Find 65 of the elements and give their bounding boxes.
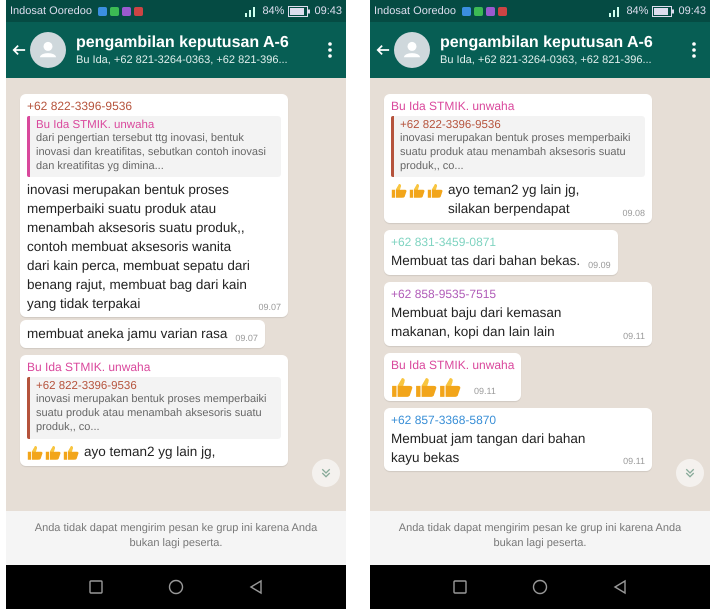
message-time: 09.11 xyxy=(474,386,496,396)
back-arrow-icon[interactable] xyxy=(12,43,26,57)
carrier-name: Indosat Ooredoo xyxy=(10,5,92,17)
more-menu-icon[interactable] xyxy=(692,42,696,58)
more-menu-icon[interactable] xyxy=(328,42,332,58)
sender-name: +62 831-3459-0871 xyxy=(391,235,498,250)
group-title[interactable]: pengambilan keputusan A-6 xyxy=(440,34,688,52)
quoted-sender: +62 822-3396-9536 xyxy=(36,380,138,392)
sender-name: +62 858-9535-7515 xyxy=(391,286,498,301)
message-text: Membuat baju dari kemasan makanan, kopi dan lain lain xyxy=(391,304,562,341)
thumbs-up-icon xyxy=(45,444,61,460)
message-time: 09.11 xyxy=(623,456,645,466)
back-arrow-icon[interactable] xyxy=(376,43,390,57)
message-text: Membuat tas dari bahan bekas. xyxy=(391,252,580,270)
notice-text: Anda tidak dapat mengirim pesan ke grup ini karena Anda bukan lagi peserta. xyxy=(6,511,346,565)
home-icon[interactable] xyxy=(532,579,548,595)
clock: 09:43 xyxy=(314,5,342,17)
message-time: 09.08 xyxy=(622,208,645,218)
sender-name: +62 822-3396-9536 xyxy=(27,99,134,113)
sender-name: Bu Ida STMIK. unwaha xyxy=(27,360,152,374)
battery-icon xyxy=(652,6,674,16)
message-time: 09.07 xyxy=(235,333,258,344)
thumbs-up-icon xyxy=(27,444,43,460)
message-text: membuat aneka jamu varian rasa xyxy=(27,325,228,344)
message-time: 09.11 xyxy=(623,330,645,341)
notice-text: Anda tidak dapat mengirim pesan ke grup ini karena Anda bukan lagi peserta. xyxy=(370,511,710,565)
quoted-message[interactable]: +62 822-3396-9536 inovasi merupakan bentuk proses memperbaiki suatu produk atau menambah aksesoris suatu produk,, co... xyxy=(27,377,281,439)
sender-name: +62 857-3368-5870 xyxy=(391,412,498,427)
thumbs-up-icon xyxy=(63,444,79,460)
back-icon[interactable] xyxy=(248,579,264,595)
quoted-message[interactable]: +62 822-3396-9536 inovasi merupakan bentuk proses memperbaiki suatu produk atau menambah aksesoris suatu produk,, co... xyxy=(391,116,645,178)
message-text: inovasi merupakan bentuk proses memperbaiki suatu produk atau menambah aksesoris suatu produk,, contoh membuat aksesoris wanita dari kain perca, membuat sepatu dari benang rajut, membuat bag dari kain yang tidak terpakai xyxy=(27,181,250,313)
message-time: 09.09 xyxy=(588,260,611,270)
battery-percent: 84% xyxy=(262,5,284,17)
quoted-text: dari pengertian tersebut ttg inovasi, bentuk inovasi dan kreatifitas, sebutkan contoh inovasi dan kreatifitas yg dimina... xyxy=(36,132,267,174)
group-members: Bu Ida, +62 821-3264-0363, +62 821-396... xyxy=(76,54,289,66)
carrier-name: Indosat Ooredoo xyxy=(374,5,456,17)
group-members: Bu Ida, +62 821-3264-0363, +62 821-396... xyxy=(440,54,653,66)
thumbs-up-icon xyxy=(427,183,443,198)
thumbs-up-icon xyxy=(439,376,461,397)
group-avatar[interactable] xyxy=(30,32,66,68)
recent-apps-icon[interactable] xyxy=(452,579,468,595)
group-avatar[interactable] xyxy=(394,32,430,68)
message-text: Membuat jam tangan dari bahan kayu bekas xyxy=(391,430,586,467)
thumbs-up-icon xyxy=(409,183,425,198)
clock: 09:43 xyxy=(678,5,706,17)
group-title[interactable]: pengambilan keputusan A-6 xyxy=(76,34,324,52)
quoted-text: inovasi merupakan bentuk proses memperbaiki suatu produk atau menambah aksesoris suatu produk,, co... xyxy=(36,393,268,435)
thumbs-up-icon xyxy=(415,376,437,397)
quoted-message[interactable]: Bu Ida STMIK. unwaha dari pengertian tersebut ttg inovasi, bentuk inovasi dan kreatifitas, sebutkan contoh inovasi dan kreatifitas yg dimina... xyxy=(27,116,281,178)
quoted-sender: +62 822-3396-9536 xyxy=(400,119,502,131)
battery-percent: 84% xyxy=(626,5,648,17)
thumbs-up-icon xyxy=(391,376,413,397)
thumbs-up-icon xyxy=(391,183,407,198)
message-time: 09.07 xyxy=(258,302,281,312)
battery-icon xyxy=(288,6,310,16)
quoted-sender: Bu Ida STMIK. unwaha xyxy=(36,119,156,131)
recent-apps-icon[interactable] xyxy=(88,579,104,595)
sender-name: Bu Ida STMIK. unwaha xyxy=(391,358,514,372)
sender-name: Bu Ida STMIK. unwaha xyxy=(391,99,516,113)
quoted-text: inovasi merupakan bentuk proses memperbaiki suatu produk atau menambah aksesoris suatu produk,, co... xyxy=(400,132,632,174)
back-icon[interactable] xyxy=(612,579,628,595)
home-icon[interactable] xyxy=(168,579,184,595)
message-text: ayo teman2 yg lain jg, silakan berpendapat xyxy=(448,181,580,218)
message-text: ayo teman2 yg lain jg, xyxy=(84,442,216,461)
